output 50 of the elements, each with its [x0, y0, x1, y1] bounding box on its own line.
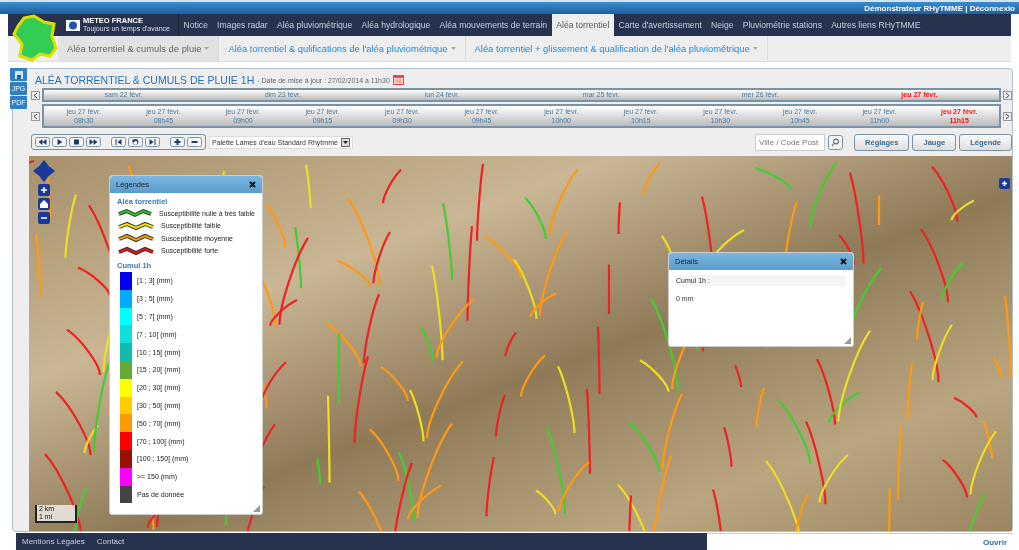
zoom-out-icon[interactable] [38, 212, 50, 224]
nav-tab[interactable]: Carte d'avertissement [613, 14, 707, 36]
search-field[interactable]: Ville / Code Post [755, 133, 826, 151]
logo-icon [66, 19, 80, 31]
caret-icon [204, 47, 210, 50]
nav-tab[interactable]: Notice [178, 14, 213, 36]
footer-link[interactable]: Contact [90, 537, 131, 546]
pan-icon[interactable] [33, 160, 55, 182]
france-map-icon [10, 14, 60, 64]
minus-icon[interactable] [187, 137, 202, 147]
nav-tab[interactable]: Aléa pluviométrique [272, 14, 357, 36]
caret-icon [340, 137, 350, 147]
search-icon[interactable] [828, 134, 844, 150]
next-icon[interactable] [1003, 111, 1012, 121]
layer-switcher-icon[interactable] [999, 178, 1010, 189]
calendar-icon[interactable] [392, 75, 404, 85]
step-back-icon[interactable] [111, 137, 126, 147]
play-icon[interactable] [52, 137, 67, 147]
sub-tab[interactable]: Aléa torrentiel + glissement & qualification de l'aléa pluviométrique [465, 36, 768, 61]
sub-tab[interactable]: Aléa torrentiel & qulifications de l'aléa pluviométrique [219, 36, 466, 61]
save-icon[interactable] [10, 68, 27, 81]
nav-tab[interactable]: Autres liens RHyTMME [826, 14, 926, 36]
nav-tab[interactable]: Neige [706, 14, 739, 36]
fast-forward-icon[interactable] [86, 137, 101, 147]
rewind-icon[interactable] [35, 137, 50, 147]
reload-icon[interactable] [128, 137, 143, 147]
nav-tab[interactable]: Aléa mouvements de terrain [435, 14, 552, 36]
footer-link[interactable]: Mentions Légales [16, 537, 91, 546]
close-icon[interactable] [840, 258, 847, 265]
nav-tab[interactable]: Images radar [212, 14, 273, 36]
zoom-in-icon[interactable] [38, 184, 50, 196]
nav-tab[interactable]: Aléa torrentiel [551, 14, 614, 36]
resize-grip-icon[interactable] [844, 337, 851, 344]
user-links[interactable]: Démonstrateur RHyTMME | Déconnexio [864, 3, 1015, 13]
page-title: ALÉA TORRENTIEL & CUMULS DE PLUIE 1H [35, 74, 255, 86]
nav-tab[interactable]: Pluviométrie stations [738, 14, 827, 36]
caret-icon [450, 47, 456, 50]
stop-icon[interactable] [69, 137, 84, 147]
resize-grip-icon[interactable] [253, 505, 260, 513]
home-icon[interactable] [38, 198, 50, 210]
plus-icon[interactable] [170, 137, 185, 147]
previous-icon[interactable] [31, 90, 40, 100]
sub-tab[interactable]: Aléa torrentiel & cumuls de pluie [58, 36, 220, 61]
open-button[interactable]: Ouvrir [707, 532, 1013, 550]
nav-tab[interactable]: Aléa hydrologique [357, 14, 435, 36]
step-forward-icon[interactable] [145, 137, 160, 147]
close-icon[interactable] [249, 181, 256, 188]
previous-icon[interactable] [31, 111, 40, 121]
next-icon[interactable] [1003, 90, 1012, 100]
caret-icon [752, 47, 758, 50]
